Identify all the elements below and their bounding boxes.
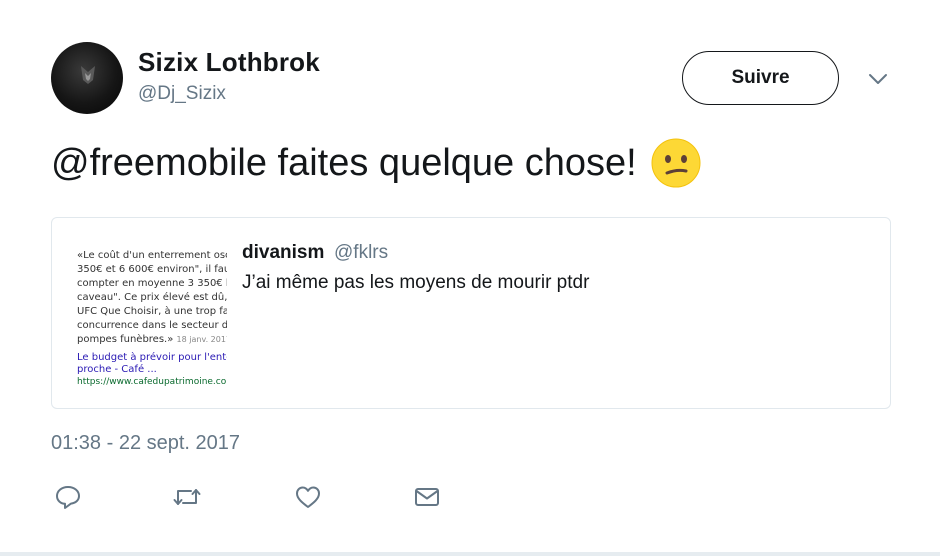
follow-button-label: Suivre: [731, 67, 790, 88]
retweet-button[interactable]: [173, 484, 201, 510]
tweet-text-content: @freemobile faites quelque chose!: [51, 141, 637, 184]
direct-message-icon: [415, 488, 439, 506]
thumbnail-text-line: compter en moyenne 3 350€ hors: [77, 278, 227, 289]
thumbnail-text-line: concurrence dans le secteur des: [77, 320, 227, 331]
quoted-tweet-text: J’ai même pas les moyens de mourir ptdr: [242, 272, 590, 293]
thumbnail-link-line: proche - Café ...: [77, 364, 157, 375]
thumbnail-text-line: pompes funèbres.» 18 janv. 2017: [77, 334, 227, 346]
like-heart-icon: [296, 486, 320, 508]
follow-button[interactable]: Suivre: [682, 51, 839, 105]
quoted-author-handle[interactable]: @fklrs: [334, 242, 388, 264]
confused-face-emoji-icon: [651, 138, 701, 188]
quoted-tweet[interactable]: «Le coût d'un enterrement oscille e 350€…: [51, 217, 891, 409]
chevron-down-icon[interactable]: [866, 70, 890, 88]
avatar[interactable]: [51, 42, 123, 114]
reply-icon: [56, 486, 80, 509]
tweet-timestamp[interactable]: 01:38 - 22 sept. 2017: [51, 432, 240, 455]
thumbnail-text-line: caveau". Ce prix élevé est dû, selo: [77, 292, 227, 303]
avatar-figure-icon: [81, 66, 95, 84]
tweet-divider: [0, 552, 940, 556]
quoted-tweet-thumbnail[interactable]: «Le coût d'un enterrement oscille e 350€…: [72, 240, 227, 390]
thumbnail-link-line: Le budget à prévoir pour l'enterrement: [77, 352, 227, 363]
thumbnail-url: https://www.cafedupatrimoine.com › artic…: [77, 377, 227, 387]
retweet-icon: [173, 489, 201, 505]
thumbnail-text-line: «Le coût d'un enterrement oscille e: [77, 250, 227, 261]
tweet-card: Sizix Lothbrok @Dj_Sizix Suivre @freemob…: [0, 0, 940, 556]
quoted-author-name[interactable]: divanism: [242, 242, 324, 264]
author-handle[interactable]: @Dj_Sizix: [138, 83, 226, 105]
thumbnail-text-line: 350€ et 6 600€ environ", il faut dor: [77, 264, 227, 275]
thumbnail-date: 18 janv. 2017: [176, 335, 227, 344]
tweet-text: @freemobile faites quelque chose!: [51, 138, 701, 188]
thumbnail-text-end: pompes funèbres.»: [77, 334, 174, 345]
like-button[interactable]: [294, 484, 322, 510]
thumbnail-text-line: UFC Que Choisir, à une trop faible: [77, 306, 227, 317]
reply-button[interactable]: [54, 484, 82, 510]
direct-message-button[interactable]: [413, 484, 441, 510]
author-display-name[interactable]: Sizix Lothbrok: [138, 47, 320, 78]
